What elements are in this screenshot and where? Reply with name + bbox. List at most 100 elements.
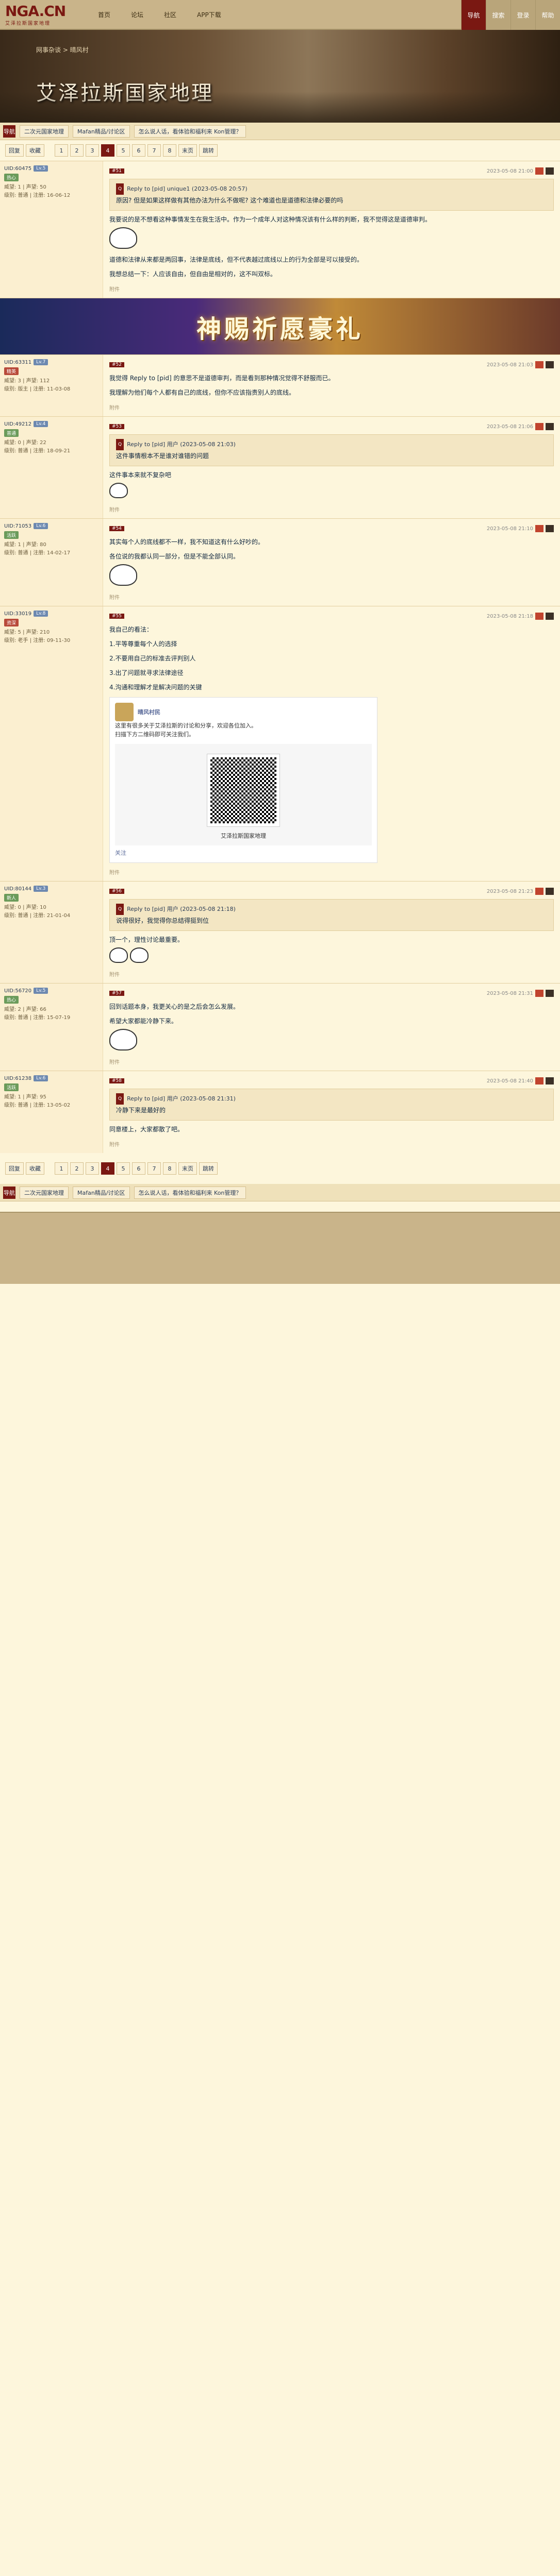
nav-item-forum[interactable]: 论坛 — [131, 10, 143, 19]
sticker-icon — [109, 483, 128, 498]
like-icon[interactable] — [535, 423, 543, 430]
post-text: 1.平等尊重每个人的选择 — [109, 640, 177, 648]
avatar — [115, 703, 134, 721]
subforum-tag[interactable]: 二次元国家地理 — [20, 125, 69, 138]
attachment-tag[interactable]: 附件 — [109, 403, 554, 411]
post-author-panel: UID:63311 Lv.7 精英 威望: 3 | 声望: 112 级别: 版主… — [0, 355, 103, 416]
post: UID:63311 Lv.7 精英 威望: 3 | 声望: 112 级别: 版主… — [0, 354, 560, 416]
user-stat: 级别: 版主 | 注册: 11-03-08 — [4, 386, 71, 392]
favorite-button[interactable]: 收藏 — [26, 144, 44, 157]
nav-item-home[interactable]: 首页 — [98, 10, 110, 19]
quote-author[interactable]: Reply to [pid] 用户 (2023-05-08 21:31) — [127, 1093, 236, 1105]
follow-link[interactable]: 关注 — [115, 849, 372, 857]
reply-icon[interactable] — [546, 361, 554, 368]
reply-icon[interactable] — [546, 525, 554, 532]
ad-banner[interactable]: 神赐祈愿豪礼 — [0, 298, 560, 354]
page-link[interactable]: 2 — [70, 1162, 84, 1175]
subforum-tag[interactable]: Mafan精品/讨论区 — [73, 1186, 130, 1199]
user-id[interactable]: UID:49212 — [4, 421, 31, 427]
like-icon[interactable] — [535, 613, 543, 620]
like-icon[interactable] — [535, 167, 543, 175]
page-link[interactable]: 8 — [163, 1162, 176, 1175]
jump-button[interactable]: 跳转 — [199, 1162, 218, 1175]
favorite-button[interactable]: 收藏 — [26, 1162, 44, 1175]
reply-icon[interactable] — [546, 613, 554, 620]
like-icon[interactable] — [535, 525, 543, 532]
attachment-tag[interactable]: 附件 — [109, 505, 554, 513]
embedded-share-card[interactable]: 晴风村民 这里有很多关于艾泽拉斯的讨论和分享，欢迎各位加入。 扫描下方二维码即可… — [109, 697, 377, 863]
reply-button[interactable]: 回复 — [5, 144, 24, 157]
like-icon[interactable] — [535, 888, 543, 895]
user-id[interactable]: UID:71053 — [4, 523, 31, 529]
quote-author[interactable]: Reply to [pid] unique1 (2023-05-08 20:57… — [127, 183, 248, 195]
user-id[interactable]: UID:33019 — [4, 611, 31, 617]
user-id[interactable]: UID:61238 — [4, 1076, 31, 1081]
like-icon[interactable] — [535, 990, 543, 997]
reply-icon[interactable] — [546, 888, 554, 895]
post-body: #55 2023-05-08 21:18 我自己的看法： 1.平等尊重每个人的选… — [103, 606, 560, 881]
page-link[interactable]: 7 — [147, 144, 161, 157]
attachment-tag[interactable]: 附件 — [109, 285, 554, 293]
menu-icon[interactable]: 导航 — [3, 125, 15, 138]
nav-item-app[interactable]: APP下载 — [197, 10, 221, 19]
attachment-tag[interactable]: 附件 — [109, 1058, 554, 1065]
quote-block: Q Reply to [pid] unique1 (2023-05-08 20:5… — [109, 179, 554, 211]
role-badge: 热心 — [4, 174, 19, 181]
post: UID:56720 Lv.5 热心 威望: 2 | 声望: 66 级别: 普通 … — [0, 983, 560, 1071]
nav-button[interactable]: 导航 — [461, 0, 486, 30]
attachment-tag[interactable]: 附件 — [109, 970, 554, 978]
page-link[interactable]: 1 — [55, 1162, 68, 1175]
search-button[interactable]: 搜索 — [486, 0, 510, 30]
quote-author[interactable]: Reply to [pid] 用户 (2023-05-08 21:03) — [127, 439, 236, 450]
post-text: 各位说的我都认同一部分，但是不能全部认同。 — [109, 553, 240, 560]
subforum-tag[interactable]: 二次元国家地理 — [20, 1186, 69, 1199]
last-page-button[interactable]: 末页 — [178, 144, 197, 157]
reply-icon[interactable] — [546, 990, 554, 997]
subforum-tag[interactable]: 怎么说人话，看体验和福利来 Kon管理？ — [134, 125, 246, 138]
subforum-tag[interactable]: 怎么说人话，看体验和福利来 Kon管理？ — [134, 1186, 246, 1199]
post-time: 2023-05-08 21:03 — [486, 362, 533, 368]
quote-text: 冷静下来是最好的 — [116, 1107, 166, 1114]
page-link[interactable]: 8 — [163, 144, 176, 157]
page-link[interactable]: 3 — [86, 144, 99, 157]
post-author-panel: UID:61238 Lv.6 活跃 威望: 1 | 声望: 95 级别: 普通 … — [0, 1071, 103, 1153]
reply-icon[interactable] — [546, 423, 554, 430]
nav-item-community[interactable]: 社区 — [164, 10, 176, 19]
last-page-button[interactable]: 末页 — [178, 1162, 197, 1175]
page-link[interactable]: 3 — [86, 1162, 99, 1175]
reply-button[interactable]: 回复 — [5, 1162, 24, 1175]
quote-block: Q Reply to [pid] 用户 (2023-05-08 21:18) 说得… — [109, 899, 554, 931]
jump-button[interactable]: 跳转 — [199, 144, 218, 157]
page-link[interactable]: 2 — [70, 144, 84, 157]
user-id[interactable]: UID:56720 — [4, 988, 31, 994]
page-link[interactable]: 6 — [132, 1162, 145, 1175]
page-link[interactable]: 1 — [55, 144, 68, 157]
share-inner: 艾泽拉斯国家地理 — [115, 744, 372, 845]
page-link[interactable]: 6 — [132, 144, 145, 157]
quote-author[interactable]: Reply to [pid] 用户 (2023-05-08 21:18) — [127, 904, 236, 915]
user-id[interactable]: UID:80144 — [4, 886, 31, 892]
menu-icon[interactable]: 导航 — [3, 1186, 15, 1199]
page-link-current[interactable]: 4 — [101, 144, 114, 157]
role-badge: 热心 — [4, 996, 19, 1004]
like-icon[interactable] — [535, 1077, 543, 1084]
page-link-current[interactable]: 4 — [101, 1162, 114, 1175]
reply-icon[interactable] — [546, 1077, 554, 1084]
sub-nav-bottom: 导航 二次元国家地理 Mafan精品/讨论区 怎么说人话，看体验和福利来 Kon… — [0, 1184, 560, 1201]
page-link[interactable]: 5 — [117, 1162, 130, 1175]
site-logo[interactable]: NGA.CN 艾泽拉斯国家地理 — [5, 3, 77, 26]
subforum-tag[interactable]: Mafan精品/讨论区 — [73, 125, 130, 138]
breadcrumb[interactable]: 网事杂谈 > 晴风村 — [36, 45, 89, 54]
page-link[interactable]: 5 — [117, 144, 130, 157]
help-button[interactable]: 帮助 — [535, 0, 560, 30]
reply-icon[interactable] — [546, 167, 554, 175]
attachment-tag[interactable]: 附件 — [109, 868, 554, 876]
like-icon[interactable] — [535, 361, 543, 368]
user-id[interactable]: UID:63311 — [4, 360, 31, 365]
attachment-tag[interactable]: 附件 — [109, 1140, 554, 1148]
login-button[interactable]: 登录 — [510, 0, 535, 30]
user-id[interactable]: UID:60475 — [4, 166, 31, 172]
attachment-tag[interactable]: 附件 — [109, 593, 554, 601]
user-stat: 威望: 3 | 声望: 112 — [4, 378, 50, 384]
page-link[interactable]: 7 — [147, 1162, 161, 1175]
